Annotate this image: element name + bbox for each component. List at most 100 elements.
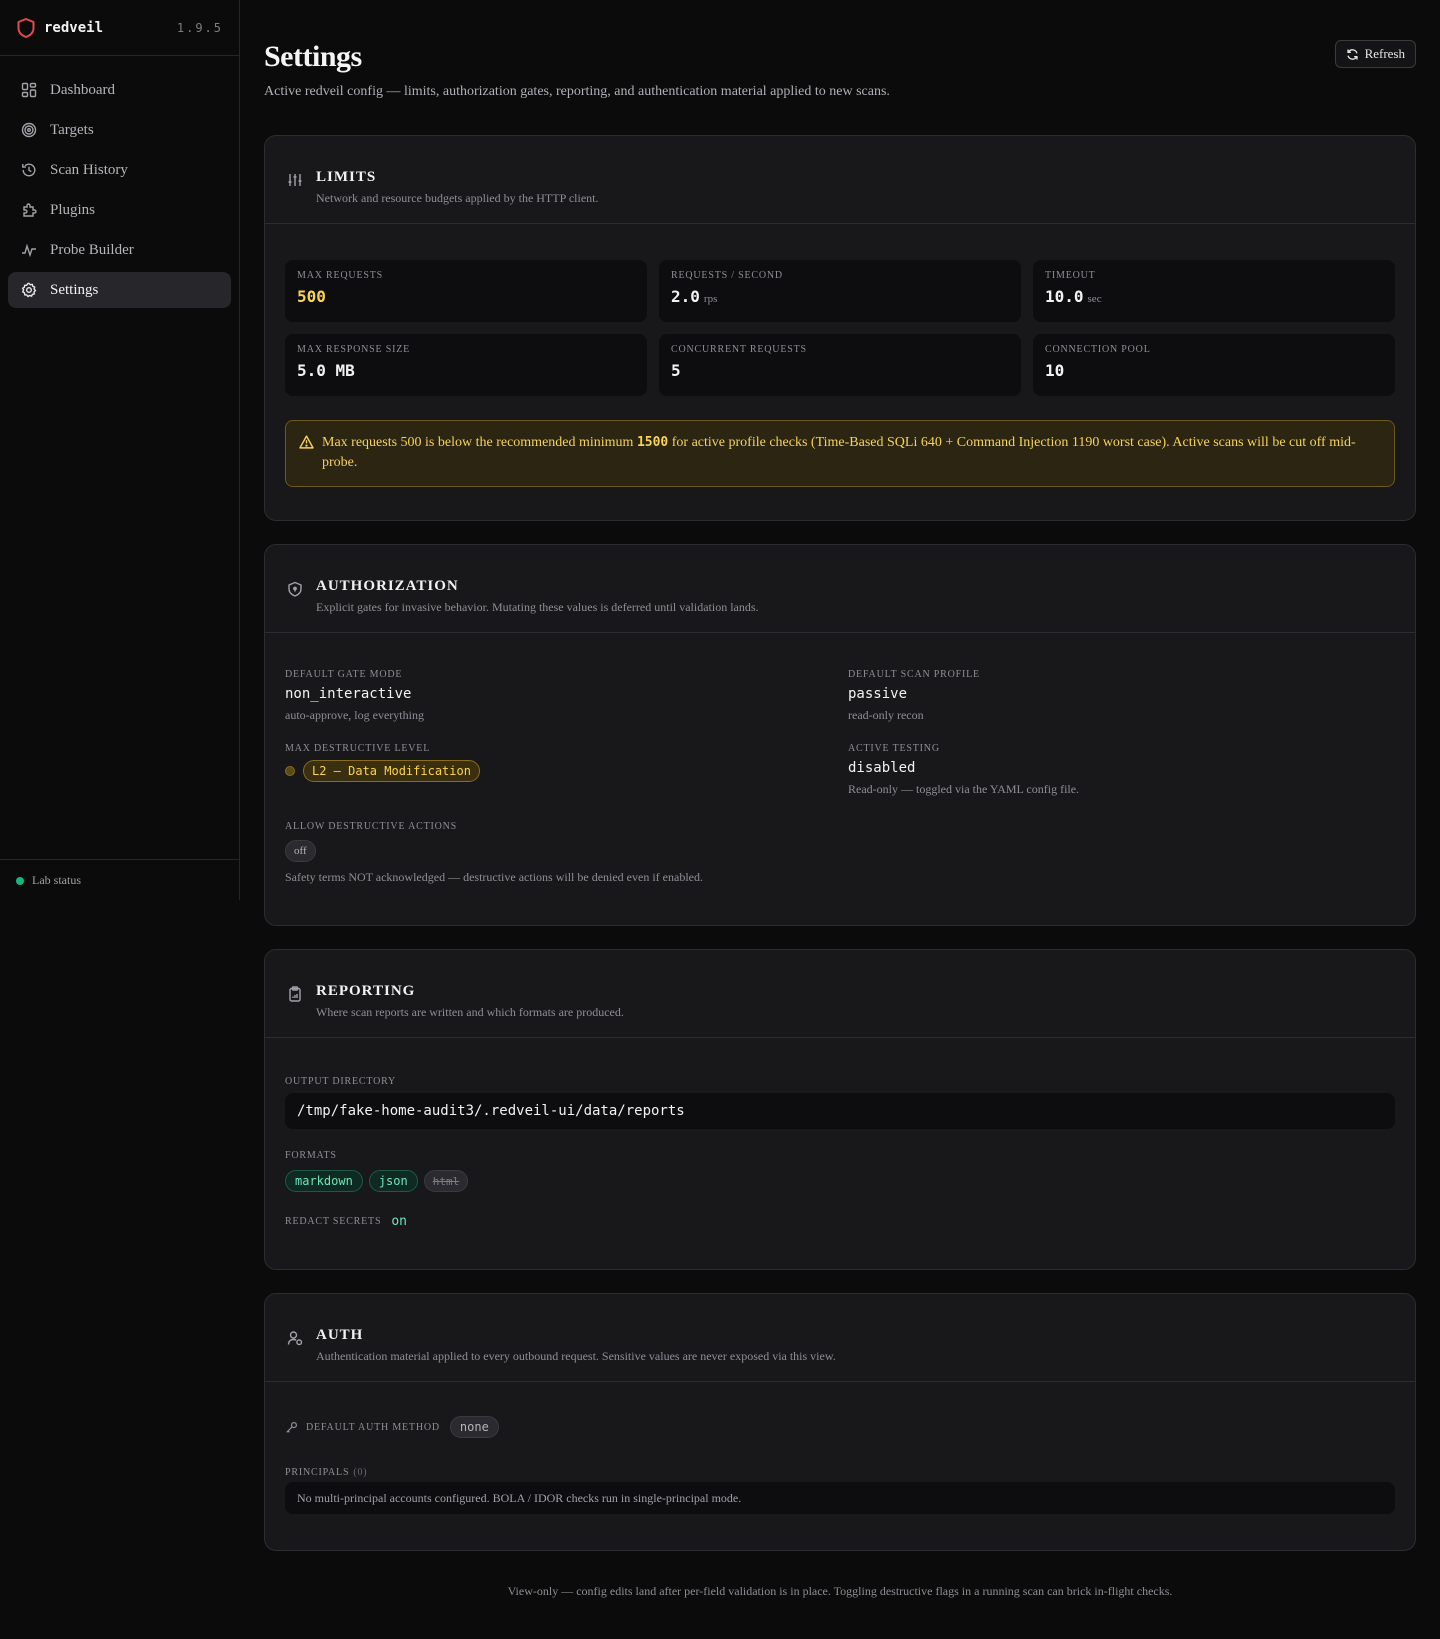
format-badge-markdown: markdown [285, 1170, 363, 1192]
shield-icon [287, 581, 303, 597]
lab-status-label: Lab status [32, 873, 81, 887]
sidebar-item-plugins[interactable]: Plugins [8, 192, 231, 228]
reporting-card: REPORTING Where scan reports are written… [264, 949, 1416, 1270]
sidebar-item-probe-builder[interactable]: Probe Builder [8, 232, 231, 268]
limits-description: Network and resource budgets applied by … [316, 191, 599, 205]
auth-method-badge: none [449, 1416, 499, 1438]
field-value: non_interactive [285, 686, 412, 702]
puzzle-icon [20, 201, 38, 219]
stat-connection-pool: CONNECTION POOL 10 [1033, 334, 1395, 396]
stat-label: MAX REQUESTS [297, 270, 383, 281]
refresh-label: Refresh [1364, 46, 1405, 61]
sidebar-item-dashboard[interactable]: Dashboard [8, 72, 231, 108]
redveil-logo-icon [16, 17, 36, 38]
sidebar-item-label: Dashboard [50, 81, 115, 98]
formats-label: FORMATS [285, 1150, 337, 1161]
stat-label: TIMEOUT [1045, 270, 1096, 281]
warning-recommended-number: 1500 [636, 435, 669, 450]
field-value: passive [848, 686, 908, 702]
auth-method-label: DEFAULT AUTH METHOD [306, 1421, 440, 1433]
authorization-description: Explicit gates for invasive behavior. Mu… [316, 600, 759, 614]
active-testing: ACTIVE TESTING disabled Read-only — togg… [848, 743, 1079, 797]
max-requests-warning: Max requests 500 is below the recommende… [285, 420, 1395, 487]
stat-unit: sec [1087, 293, 1102, 305]
redact-secrets-value: on [391, 1214, 407, 1229]
gear-icon [20, 281, 38, 299]
lab-status[interactable]: Lab status [0, 859, 239, 901]
stat-label: CONNECTION POOL [1045, 344, 1151, 355]
limits-header: LIMITS Network and resource budgets appl… [265, 136, 1415, 224]
allow-destructive-badge: off [285, 840, 316, 862]
field-value: disabled [848, 760, 916, 776]
warning-text-pre: Max requests 500 is below the recommende… [322, 435, 637, 450]
default-auth-method: DEFAULT AUTH METHOD none [285, 1416, 499, 1438]
principals-empty-state: No multi-principal accounts configured. … [285, 1482, 1395, 1514]
stat-value: 5 [671, 361, 681, 380]
sidebar-item-label: Plugins [50, 201, 96, 218]
format-badge-html: html [423, 1170, 469, 1192]
stat-requests-per-second: REQUESTS / SECOND 2.0 rps [659, 260, 1021, 322]
history-icon [20, 161, 38, 179]
redact-secrets: REDACT SECRETS on [285, 1214, 407, 1229]
sidebar-item-label: Probe Builder [50, 241, 134, 258]
stat-value: 500 [297, 287, 326, 306]
redact-secrets-label: REDACT SECRETS [285, 1216, 382, 1227]
principals-count: (0) [353, 1467, 368, 1478]
refresh-button[interactable]: Refresh [1334, 40, 1416, 68]
field-label: MAX DESTRUCTIVE LEVEL [285, 743, 431, 754]
refresh-icon [1346, 48, 1358, 60]
status-dot-icon [16, 876, 24, 885]
stat-max-requests: MAX REQUESTS 500 [285, 260, 647, 322]
field-label: ALLOW DESTRUCTIVE ACTIONS [285, 821, 458, 832]
stat-value: 2.0 [671, 287, 700, 306]
allow-destructive-actions: ALLOW DESTRUCTIVE ACTIONS off Safety ter… [285, 821, 703, 885]
footer-note: View-only — config edits land after per-… [507, 1584, 1173, 1598]
user-lock-icon [287, 1330, 303, 1346]
dashboard-icon [20, 81, 38, 99]
sidebar: redveil 1.9.5 Dashboard Targets Scan His… [0, 0, 240, 900]
brand-name: redveil [44, 19, 104, 36]
auth-header: AUTH Authentication material applied to … [265, 1294, 1415, 1382]
brand-version: 1.9.5 [176, 20, 223, 35]
field-hint: Read-only — toggled via the YAML config … [848, 782, 1080, 796]
target-icon [20, 121, 38, 139]
limits-title: LIMITS [316, 169, 377, 185]
sidebar-nav: Dashboard Targets Scan History Plugins P… [0, 56, 239, 328]
stat-unit: rps [703, 293, 718, 305]
stat-label: MAX RESPONSE SIZE [297, 344, 411, 355]
default-gate-mode: DEFAULT GATE MODE non_interactive auto-a… [285, 669, 424, 723]
auth-card: AUTH Authentication material applied to … [264, 1293, 1416, 1551]
stat-value: 10 [1045, 361, 1065, 380]
reporting-description: Where scan reports are written and which… [316, 1005, 624, 1019]
sidebar-item-label: Targets [50, 121, 94, 138]
reporting-header: REPORTING Where scan reports are written… [265, 950, 1415, 1038]
field-hint: read-only recon [848, 708, 924, 722]
pulse-icon [20, 241, 38, 259]
field-label: DEFAULT SCAN PROFILE [848, 669, 980, 680]
sidebar-item-scan-history[interactable]: Scan History [8, 152, 231, 188]
stat-max-response-size: MAX RESPONSE SIZE 5.0 MB [285, 334, 647, 396]
sidebar-item-label: Scan History [50, 161, 128, 178]
sliders-icon [287, 172, 303, 188]
auth-title: AUTH [316, 1327, 364, 1343]
authorization-header: AUTHORIZATION Explicit gates for invasiv… [265, 545, 1415, 633]
stat-timeout: TIMEOUT 10.0 sec [1033, 260, 1395, 322]
default-scan-profile: DEFAULT SCAN PROFILE passive read-only r… [848, 669, 980, 723]
authorization-title: AUTHORIZATION [316, 578, 459, 594]
sidebar-item-targets[interactable]: Targets [8, 112, 231, 148]
field-hint: auto-approve, log everything [285, 708, 424, 722]
stat-concurrent-requests: CONCURRENT REQUESTS 5 [659, 334, 1021, 396]
output-directory-label: OUTPUT DIRECTORY [285, 1076, 397, 1087]
stat-value: 5.0 MB [297, 361, 355, 380]
stat-value: 10.0 [1045, 287, 1084, 306]
brand-header: redveil 1.9.5 [0, 0, 239, 56]
warning-icon [299, 435, 314, 456]
sidebar-item-settings[interactable]: Settings [8, 272, 231, 308]
destructive-level-badge: L2 — Data Modification [303, 760, 480, 782]
authorization-card: AUTHORIZATION Explicit gates for invasiv… [264, 544, 1416, 926]
limits-card: LIMITS Network and resource budgets appl… [264, 135, 1416, 521]
output-directory-value: /tmp/fake-home-audit3/.redveil-ui/data/r… [285, 1093, 1395, 1129]
page-subtitle: Active redveil config — limits, authoriz… [264, 84, 890, 99]
format-badge-json: json [368, 1170, 418, 1192]
reporting-title: REPORTING [316, 983, 416, 999]
